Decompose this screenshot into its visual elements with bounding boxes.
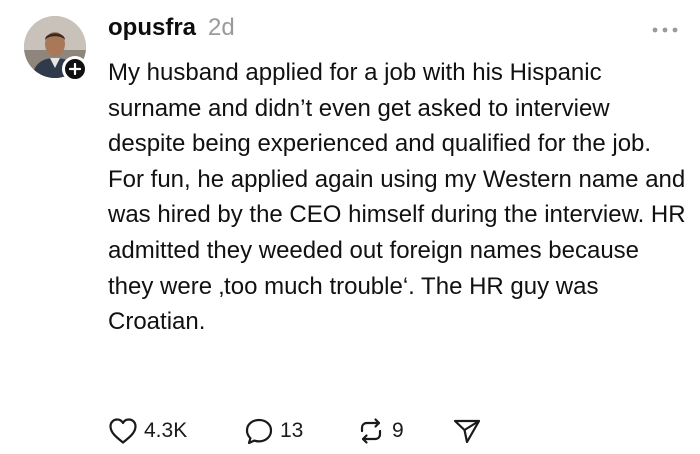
more-options-button[interactable] — [650, 22, 680, 38]
repost-button[interactable]: 9 — [356, 417, 452, 445]
repost-count: 9 — [392, 419, 404, 442]
share-button[interactable] — [452, 417, 482, 445]
author-avatar[interactable] — [24, 16, 88, 82]
heart-icon — [109, 418, 137, 444]
thread-post: opusfra 2d My husband applied for a job … — [0, 0, 700, 454]
follow-button[interactable] — [62, 56, 88, 82]
comment-bubble-icon — [245, 418, 273, 445]
author-username[interactable]: opusfra — [108, 14, 196, 42]
send-icon — [453, 419, 481, 444]
post-timestamp[interactable]: 2d — [208, 14, 235, 42]
more-dots-icon — [652, 27, 678, 33]
like-count: 4.3K — [144, 419, 188, 442]
plus-icon — [69, 63, 81, 75]
like-button[interactable]: 4.3K — [108, 417, 244, 445]
post-body-text: My husband applied for a job with his Hi… — [108, 59, 686, 336]
reply-count: 13 — [280, 419, 304, 442]
post-actions: 4.3K 13 9 — [108, 416, 482, 446]
repost-icon — [360, 418, 382, 444]
post-header: opusfra 2d — [108, 14, 235, 46]
reply-button[interactable]: 13 — [244, 417, 356, 445]
